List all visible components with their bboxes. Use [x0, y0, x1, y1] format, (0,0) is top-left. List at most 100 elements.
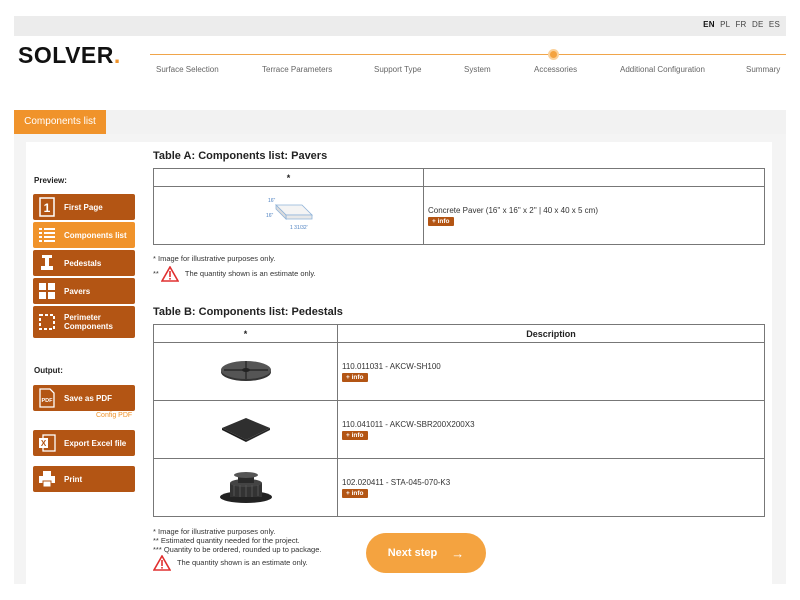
- arrow-right-icon: →: [451, 545, 465, 561]
- config-pdf-link[interactable]: Config PDF: [96, 412, 132, 419]
- first-page-label: First Page: [64, 202, 103, 212]
- pedestal-image-1: [153, 342, 338, 401]
- svg-text:PDF: PDF: [42, 398, 54, 404]
- paver-image: 16" 16" 1 31/32': [153, 186, 424, 245]
- note-b-illustrative: * Image for illustrative purposes only.: [153, 527, 276, 536]
- first-page-button[interactable]: 1 First Page: [33, 194, 135, 220]
- pavers-label: Pavers: [64, 286, 91, 296]
- step-support-type[interactable]: Support Type: [374, 65, 421, 74]
- section-tab-components-list[interactable]: Components list: [14, 110, 106, 134]
- pedestal-image-3: [153, 458, 338, 517]
- paver-illustration: 16" 16" 1 31/32': [266, 198, 313, 231]
- save-as-pdf-button[interactable]: PDF Save as PDF: [33, 385, 135, 411]
- table-row: 102.020411 - STA-045-070-K3 + info: [153, 458, 765, 517]
- shim-disc-illustration: [220, 360, 271, 381]
- paver-description-cell: Concrete Paver (16'' x 16'' x 2'' | 40 x…: [423, 186, 765, 245]
- table-b: * Description 110.011031 - AKCW-SH100 + …: [153, 324, 765, 517]
- paver-dim-top: 16": [268, 198, 276, 204]
- warning-icon: [153, 555, 171, 571]
- table-row: 110.041011 - AKCW-SBR200X200X3 + info: [153, 400, 765, 459]
- step-summary[interactable]: Summary: [746, 65, 780, 74]
- pedestals-button[interactable]: Pedestals: [33, 250, 135, 276]
- note-b-estimated-quantity: ** Estimated quantity needed for the pro…: [153, 536, 300, 545]
- table-a-header-image: *: [153, 168, 424, 187]
- table-b-header: * Description: [153, 324, 765, 343]
- logo-dot: .: [113, 42, 121, 68]
- language-bar: EN PL FR DE ES: [14, 16, 786, 36]
- pedestal-description-cell-2: 110.041011 - AKCW-SBR200X200X3 + info: [337, 400, 765, 459]
- pedestal-description-cell-1: 110.011031 - AKCW-SH100 + info: [337, 342, 765, 401]
- step-accessories[interactable]: Accessories: [534, 65, 577, 74]
- components-list-button[interactable]: Components list: [33, 222, 135, 248]
- note-a-asterisks: **: [153, 268, 159, 278]
- pedestal-info-button-2[interactable]: + info: [342, 430, 368, 440]
- lang-de[interactable]: DE: [752, 20, 764, 29]
- table-row: 16" 16" 1 31/32' Concrete Paver (16'' x …: [153, 186, 765, 245]
- table-row: 110.011031 - AKCW-SH100 + info: [153, 342, 765, 401]
- lang-fr[interactable]: FR: [735, 20, 746, 29]
- pedestal-icon: [36, 254, 58, 272]
- note-b-rounded-quantity: *** Quantity to be ordered, rounded up t…: [153, 545, 322, 554]
- perimeter-components-button[interactable]: Perimeter Components: [33, 306, 135, 338]
- rubber-pad-illustration: [221, 417, 270, 442]
- perimeter-icon: [36, 313, 58, 331]
- note-b-estimate-text: The quantity shown is an estimate only.: [176, 557, 308, 567]
- output-heading: Output:: [34, 366, 63, 375]
- list-icon: [36, 226, 58, 244]
- export-excel-label: Export Excel file: [64, 438, 127, 448]
- pedestal-image-2: [153, 400, 338, 459]
- pavers-button[interactable]: Pavers: [33, 278, 135, 304]
- printer-icon: [36, 470, 58, 488]
- language-switcher: EN PL FR DE ES: [700, 20, 780, 29]
- pedestals-label: Pedestals: [64, 258, 102, 268]
- next-step-button[interactable]: Next step →: [366, 533, 486, 573]
- table-a-header: *: [153, 168, 765, 187]
- adjustable-pedestal-illustration: [219, 471, 272, 503]
- table-a: * 16" 16" 1 31/32' Concrete Paver (16'' …: [153, 168, 765, 245]
- table-a-title: Table A: Components list: Pavers: [153, 150, 328, 162]
- pedestal-info-button-3[interactable]: + info: [342, 488, 368, 498]
- table-a-header-description: [423, 168, 765, 187]
- logo-text: SOLVER: [18, 42, 114, 68]
- print-button[interactable]: Print: [33, 466, 135, 492]
- preview-heading: Preview:: [34, 176, 67, 185]
- paver-description: Concrete Paver (16'' x 16'' x 2'' | 40 x…: [428, 205, 598, 215]
- note-b-estimate: The quantity shown is an estimate only.: [153, 555, 308, 571]
- pedestal-description-3: 102.020411 - STA-045-070-K3: [342, 477, 451, 487]
- lang-es[interactable]: ES: [769, 20, 780, 29]
- lang-pl[interactable]: PL: [720, 20, 730, 29]
- pedestal-description-2: 110.041011 - AKCW-SBR200X200X3: [342, 419, 475, 429]
- note-a-estimate-text: The quantity shown is an estimate only.: [184, 268, 316, 278]
- pedestal-description-cell-3: 102.020411 - STA-045-070-K3 + info: [337, 458, 765, 517]
- step-terrace-parameters[interactable]: Terrace Parameters: [262, 65, 332, 74]
- current-step-marker: [548, 49, 559, 60]
- pdf-icon: PDF: [36, 388, 58, 408]
- step-surface-selection[interactable]: Surface Selection: [156, 65, 219, 74]
- lang-en[interactable]: EN: [703, 20, 715, 29]
- components-list-label: Components list: [64, 230, 127, 240]
- paver-info-button[interactable]: + info: [428, 216, 454, 226]
- perimeter-components-label: Perimeter Components: [64, 313, 113, 331]
- logo[interactable]: SOLVER.: [18, 42, 121, 69]
- progress-line: [150, 54, 786, 55]
- section-band: [14, 110, 786, 134]
- export-excel-button[interactable]: X Export Excel file: [33, 430, 135, 456]
- table-b-header-description: Description: [337, 324, 765, 343]
- warning-icon: [160, 266, 179, 282]
- svg-text:1: 1: [44, 201, 51, 215]
- page-one-icon: 1: [36, 197, 58, 217]
- step-system[interactable]: System: [464, 65, 491, 74]
- excel-icon: X: [36, 433, 58, 453]
- note-a-estimate: ** The quantity shown is an estimate onl…: [153, 266, 316, 282]
- pedestal-info-button-1[interactable]: + info: [342, 372, 368, 382]
- paver-dim-thickness: 1 31/32': [290, 225, 308, 231]
- step-additional-configuration[interactable]: Additional Configuration: [620, 65, 705, 74]
- paver-dim-side: 16": [266, 213, 274, 219]
- table-b-title: Table B: Components list: Pedestals: [153, 306, 343, 318]
- table-b-header-image: *: [153, 324, 338, 343]
- print-label: Print: [64, 474, 83, 484]
- pavers-icon: [36, 282, 58, 300]
- save-as-pdf-label: Save as PDF: [64, 393, 113, 403]
- svg-text:X: X: [41, 439, 47, 448]
- page: EN PL FR DE ES SOLVER. Surface Selection…: [0, 0, 800, 600]
